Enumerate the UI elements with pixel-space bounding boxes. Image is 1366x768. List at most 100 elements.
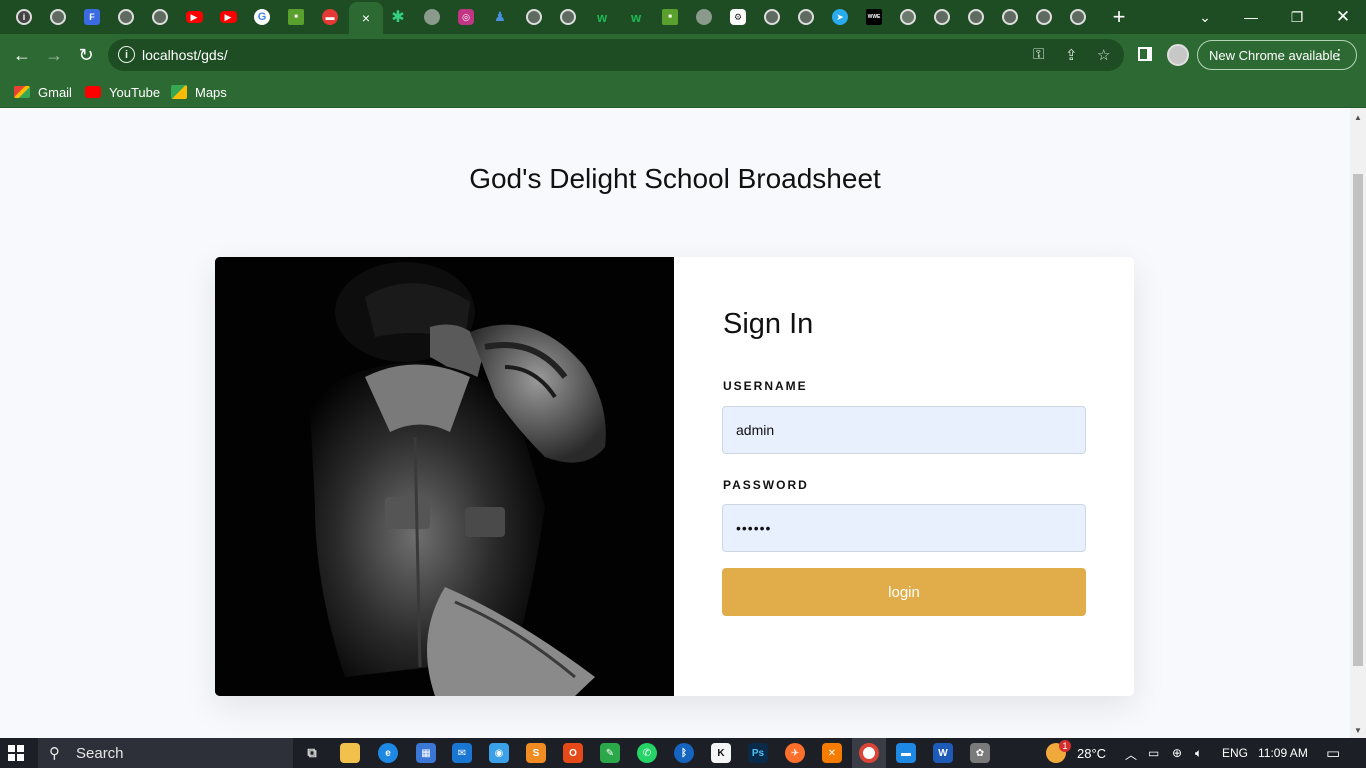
task-view-icon[interactable]: ⧉	[302, 743, 322, 763]
tab[interactable]: w	[585, 0, 619, 34]
bluetooth-icon[interactable]: ᛒ	[674, 743, 694, 763]
tab[interactable]	[1027, 0, 1061, 34]
tab[interactable]: ◎	[449, 0, 483, 34]
start-button[interactable]	[8, 745, 24, 761]
chromium-icon	[152, 9, 168, 25]
key-icon[interactable]: ⚿	[1033, 46, 1044, 63]
tab[interactable]	[687, 0, 721, 34]
language-indicator[interactable]: ENG	[1222, 746, 1248, 760]
tab[interactable]: WWE	[857, 0, 891, 34]
store-icon[interactable]: ▦	[416, 743, 436, 763]
tab[interactable]	[517, 0, 551, 34]
notifications-icon[interactable]: ▭	[1326, 744, 1340, 762]
chrome-update-button[interactable]: New Chrome available ⋮	[1197, 40, 1357, 70]
address-bar[interactable]: i localhost/gds/ ⚿ ⇪ ☆	[108, 39, 1124, 71]
tab[interactable]: G	[245, 0, 279, 34]
share-icon[interactable]: ⇪	[1065, 46, 1078, 64]
clock[interactable]: 11:09 AM	[1258, 746, 1308, 760]
login-button[interactable]: login	[722, 568, 1086, 616]
url-text[interactable]: localhost/gds/	[142, 47, 228, 63]
sublime-icon[interactable]: S	[526, 743, 546, 763]
bookmark-star-icon[interactable]: ☆	[1097, 46, 1110, 64]
scroll-up-icon[interactable]: ▲	[1354, 113, 1362, 122]
password-field[interactable]	[722, 504, 1086, 552]
notepad-icon[interactable]: ✎	[600, 743, 620, 763]
reload-button[interactable]: ↻	[73, 42, 99, 68]
new-tab-button[interactable]: +	[1106, 0, 1132, 34]
site-info-icon[interactable]: i	[118, 46, 135, 63]
forward-button[interactable]: →	[41, 42, 67, 68]
word-icon[interactable]: W	[933, 743, 953, 763]
paint-icon[interactable]: ✿	[970, 743, 990, 763]
tab[interactable]	[551, 0, 585, 34]
scroll-down-icon[interactable]: ▼	[1354, 726, 1362, 735]
minimize-button[interactable]: —	[1228, 0, 1274, 34]
bookmark-youtube[interactable]: YouTube	[85, 82, 160, 102]
weather-temp[interactable]: 28°C	[1077, 746, 1106, 761]
page-scrollbar[interactable]: ▲ ▼	[1350, 108, 1366, 738]
whatsapp-icon[interactable]: ✆	[637, 743, 657, 763]
camera-icon[interactable]: ◉	[489, 743, 509, 763]
tab[interactable]: ⚙	[721, 0, 755, 34]
avatar[interactable]	[1167, 44, 1189, 66]
xampp-icon[interactable]: ✕	[822, 743, 842, 763]
scroll-thumb[interactable]	[1353, 174, 1363, 666]
tab[interactable]	[925, 0, 959, 34]
tab[interactable]	[891, 0, 925, 34]
tab-search-icon[interactable]: ⌄	[1182, 0, 1228, 34]
notes-icon[interactable]: ▬	[896, 743, 916, 763]
network-icon[interactable]: ⊕	[1172, 746, 1182, 760]
tab[interactable]	[41, 0, 75, 34]
file-explorer-icon[interactable]	[340, 743, 360, 763]
tab[interactable]	[959, 0, 993, 34]
tab-active[interactable]: ×	[349, 2, 383, 34]
login-card: Sign In USERNAME PASSWORD login	[215, 257, 1134, 696]
postman-icon[interactable]: ✈	[785, 743, 805, 763]
tab[interactable]: ▶	[211, 0, 245, 34]
taskbar-search[interactable]: ⚲ Search	[38, 738, 293, 768]
back-button[interactable]: ←	[9, 42, 35, 68]
tab[interactable]	[415, 0, 449, 34]
restore-button[interactable]: ❐	[1274, 0, 1320, 34]
tab[interactable]: ✱	[381, 0, 415, 34]
office-icon[interactable]: O	[563, 743, 583, 763]
tab[interactable]	[755, 0, 789, 34]
close-window-button[interactable]: ✕	[1320, 0, 1366, 34]
tab[interactable]: ▶	[177, 0, 211, 34]
volume-icon[interactable]: 🔈︎	[1195, 746, 1202, 761]
bookmark-gmail[interactable]: Gmail	[14, 82, 72, 102]
tab[interactable]	[789, 0, 823, 34]
tab[interactable]: ♟	[483, 0, 517, 34]
tab[interactable]: ■	[279, 0, 313, 34]
leaf-icon	[900, 9, 916, 25]
username-field[interactable]	[722, 406, 1086, 454]
chromium-icon	[764, 9, 780, 25]
kiosk-icon[interactable]: K	[711, 743, 731, 763]
tab[interactable]	[993, 0, 1027, 34]
chevron-up-icon[interactable]: ︿	[1125, 746, 1137, 763]
bookmark-maps[interactable]: Maps	[171, 82, 227, 102]
google-icon: G	[254, 9, 270, 25]
tab[interactable]: ■	[653, 0, 687, 34]
photoshop-icon[interactable]: Ps	[748, 743, 768, 763]
tab[interactable]	[109, 0, 143, 34]
tab[interactable]	[1061, 0, 1095, 34]
close-icon[interactable]: ×	[362, 10, 370, 26]
chromium-icon	[118, 9, 134, 25]
battery-icon[interactable]: ▭	[1148, 746, 1159, 760]
form-heading: Sign In	[723, 308, 814, 340]
tab[interactable]: ▬	[313, 0, 347, 34]
menu-icon[interactable]: ⋮	[1332, 46, 1346, 63]
youtube-icon: ▶	[219, 11, 237, 23]
chrome-icon[interactable]	[859, 743, 879, 763]
mail-icon[interactable]: ✉	[452, 743, 472, 763]
side-panel-icon[interactable]	[1138, 47, 1152, 61]
tab[interactable]	[143, 0, 177, 34]
tab[interactable]: i	[7, 0, 41, 34]
page-content: God's Delight School Broadsheet Sign In …	[0, 108, 1350, 738]
person-icon: ♟	[494, 9, 506, 24]
tab[interactable]: F	[75, 0, 109, 34]
tab[interactable]: w	[619, 0, 653, 34]
edge-icon[interactable]: e	[378, 743, 398, 763]
tab[interactable]: ➤	[823, 0, 857, 34]
